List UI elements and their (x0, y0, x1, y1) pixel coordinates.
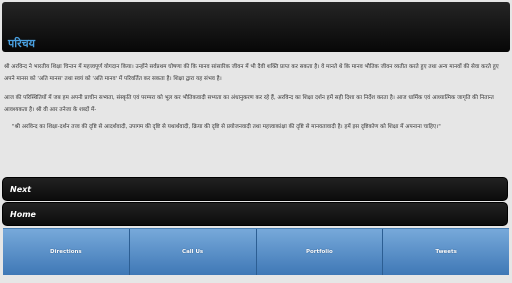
next-button[interactable]: Next (2, 177, 508, 201)
tab-tweets[interactable]: Tweets (383, 229, 509, 275)
quote-block: "श्री अरविन्द का शिक्षा-दर्शन तत्त्व की … (12, 124, 441, 130)
page-header: परिचय (2, 2, 510, 52)
home-button[interactable]: Home (2, 202, 508, 226)
article-content: श्री अरविन्द ने भारतीय शिक्षा चिन्तन में… (4, 62, 508, 142)
paragraph-context: आज की परिस्थितियों में जब हम अपनी प्राची… (4, 95, 494, 113)
page-title: परिचय (8, 37, 35, 50)
tab-portfolio[interactable]: Portfolio (256, 229, 384, 275)
tab-directions[interactable]: Directions (3, 229, 130, 275)
footer-navbar: Directions Call Us Portfolio Tweets (3, 228, 509, 275)
tab-call-us[interactable]: Call Us (129, 229, 257, 275)
paragraph-intro: श्री अरविन्द ने भारतीय शिक्षा चिन्तन में… (4, 64, 499, 82)
